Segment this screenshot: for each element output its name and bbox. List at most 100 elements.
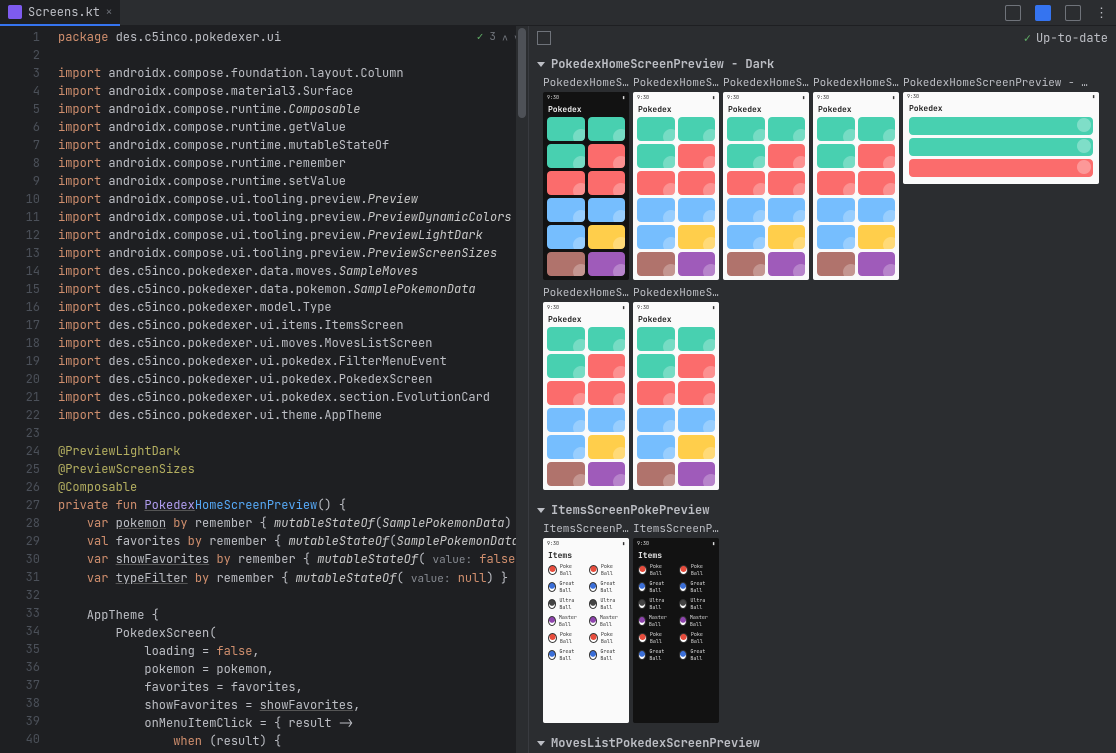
pokemon-card[interactable] xyxy=(678,435,716,459)
pokemon-card[interactable] xyxy=(678,252,716,276)
pokemon-card[interactable] xyxy=(858,225,896,249)
editor-problems-status[interactable]: ✓ 3 ∧ ∨ xyxy=(477,30,520,44)
code-view-icon[interactable] xyxy=(1005,5,1021,21)
pokemon-card[interactable] xyxy=(637,252,675,276)
design-view-icon[interactable] xyxy=(1065,5,1081,21)
chevron-down-icon[interactable] xyxy=(537,508,545,513)
pokemon-card[interactable] xyxy=(637,198,675,222)
pokemon-card[interactable] xyxy=(858,198,896,222)
code-area[interactable]: package des.c5inco.pokedexer.ui import a… xyxy=(58,26,528,753)
pokemon-card[interactable] xyxy=(727,171,765,195)
item-row[interactable]: Great Ball Great Ball xyxy=(638,648,714,662)
item-row[interactable]: Master Ball Master Ball xyxy=(548,614,624,628)
close-icon[interactable]: ✕ xyxy=(106,5,112,18)
pokemon-card[interactable] xyxy=(768,225,806,249)
pokemon-card[interactable] xyxy=(637,117,675,141)
preview-item[interactable]: PokedexHomeScreenP... 9:30▮ Pokedex xyxy=(633,76,719,280)
pokemon-card[interactable] xyxy=(547,225,585,249)
item-row[interactable]: Ultra Ball Ultra Ball xyxy=(638,597,714,611)
preview-item[interactable]: ItemsScreenPokePrevi... 9:30▮ Items Poke… xyxy=(633,522,719,723)
pokemon-card[interactable] xyxy=(637,225,675,249)
preview-group-header[interactable]: PokedexHomeScreenPreview - Dark xyxy=(533,50,1112,76)
pokemon-card[interactable] xyxy=(768,171,806,195)
pokemon-card[interactable] xyxy=(588,462,626,486)
device-preview[interactable]: 9:30▮ Pokedex xyxy=(543,92,629,280)
pokemon-card[interactable] xyxy=(588,225,626,249)
pokemon-card[interactable] xyxy=(547,252,585,276)
pokemon-card[interactable] xyxy=(678,408,716,432)
pokemon-card[interactable] xyxy=(768,117,806,141)
device-preview[interactable]: 9:30▮ Pokedex xyxy=(633,92,719,280)
pokemon-card[interactable] xyxy=(637,144,675,168)
pokemon-card[interactable] xyxy=(817,225,855,249)
preview-item[interactable]: PokedexHomeScreenP... 9:30▮ Pokedex xyxy=(543,286,629,490)
pokemon-card[interactable] xyxy=(678,171,716,195)
preview-group-header[interactable]: ItemsScreenPokePreview xyxy=(533,496,1112,522)
chevron-down-icon[interactable] xyxy=(537,62,545,67)
pokemon-card[interactable] xyxy=(678,225,716,249)
pokemon-card[interactable] xyxy=(637,354,675,378)
pokemon-card[interactable] xyxy=(637,462,675,486)
item-row[interactable]: Great Ball Great Ball xyxy=(638,580,714,594)
pokemon-card[interactable] xyxy=(588,198,626,222)
pokemon-card[interactable] xyxy=(678,198,716,222)
pokemon-card[interactable] xyxy=(817,144,855,168)
device-preview[interactable]: 9:30▮ Items Poke Ball Poke Ball Great Ba… xyxy=(633,538,719,723)
item-row[interactable]: Poke Ball Poke Ball xyxy=(638,631,714,645)
item-row[interactable]: Master Ball Master Ball xyxy=(638,614,714,628)
pokemon-card[interactable] xyxy=(547,117,585,141)
pokemon-card[interactable] xyxy=(547,381,585,405)
pokemon-card[interactable] xyxy=(547,327,585,351)
pokemon-card[interactable] xyxy=(678,117,716,141)
editor-pane[interactable]: 1234567891011121314151617181920212223242… xyxy=(0,26,528,753)
pokemon-card[interactable] xyxy=(547,171,585,195)
pokemon-card[interactable] xyxy=(637,327,675,351)
preview-item[interactable]: PokedexHomeScreenPreview - Phone - Lands… xyxy=(903,76,1099,280)
pokemon-card[interactable] xyxy=(768,198,806,222)
device-preview[interactable]: 9:30▮ Pokedex xyxy=(543,302,629,490)
pokemon-card[interactable] xyxy=(678,144,716,168)
item-row[interactable]: Poke Ball Poke Ball xyxy=(548,631,624,645)
pokemon-card[interactable] xyxy=(588,354,626,378)
pokemon-card[interactable] xyxy=(637,408,675,432)
more-icon[interactable]: ⋮ xyxy=(1095,4,1108,21)
pokemon-card[interactable] xyxy=(817,198,855,222)
scrollbar-thumb[interactable] xyxy=(518,28,526,118)
pokemon-card[interactable] xyxy=(547,354,585,378)
pokemon-card[interactable] xyxy=(547,462,585,486)
pokemon-card[interactable] xyxy=(678,354,716,378)
pokemon-card[interactable] xyxy=(727,144,765,168)
preview-item[interactable]: PokedexHomeScreenP... 9:30▮ Pokedex xyxy=(723,76,809,280)
pokemon-card[interactable] xyxy=(588,408,626,432)
pokemon-card[interactable] xyxy=(817,171,855,195)
refresh-icon[interactable] xyxy=(537,31,551,45)
editor-tab[interactable]: Screens.kt ✕ xyxy=(0,0,120,26)
pokemon-card[interactable] xyxy=(588,327,626,351)
pokemon-card[interactable] xyxy=(727,252,765,276)
device-preview[interactable]: 9:30▮ Items Poke Ball Poke Ball Great Ba… xyxy=(543,538,629,723)
chevron-up-icon[interactable]: ∧ xyxy=(502,31,508,44)
pokemon-card[interactable] xyxy=(547,144,585,168)
pokemon-card[interactable] xyxy=(858,171,896,195)
pokemon-card[interactable] xyxy=(909,117,1093,135)
pokemon-card[interactable] xyxy=(909,159,1093,177)
item-row[interactable]: Poke Ball Poke Ball xyxy=(548,563,624,577)
pokemon-card[interactable] xyxy=(637,381,675,405)
pokemon-card[interactable] xyxy=(678,462,716,486)
preview-content[interactable]: PokedexHomeScreenPreview - Dark PokedexH… xyxy=(529,50,1116,753)
pokemon-card[interactable] xyxy=(588,144,626,168)
item-row[interactable]: Poke Ball Poke Ball xyxy=(638,563,714,577)
pokemon-card[interactable] xyxy=(768,252,806,276)
pokemon-card[interactable] xyxy=(727,198,765,222)
pokemon-card[interactable] xyxy=(909,138,1093,156)
preview-item[interactable]: PokedexHomeScreenP... 9:30▮ Pokedex xyxy=(633,286,719,490)
pokemon-card[interactable] xyxy=(588,435,626,459)
item-row[interactable]: Ultra Ball Ultra Ball xyxy=(548,597,624,611)
pokemon-card[interactable] xyxy=(588,171,626,195)
item-row[interactable]: Great Ball Great Ball xyxy=(548,648,624,662)
pokemon-card[interactable] xyxy=(547,408,585,432)
editor-scrollbar[interactable] xyxy=(516,26,528,753)
pokemon-card[interactable] xyxy=(727,117,765,141)
pokemon-card[interactable] xyxy=(588,252,626,276)
pokemon-card[interactable] xyxy=(817,117,855,141)
